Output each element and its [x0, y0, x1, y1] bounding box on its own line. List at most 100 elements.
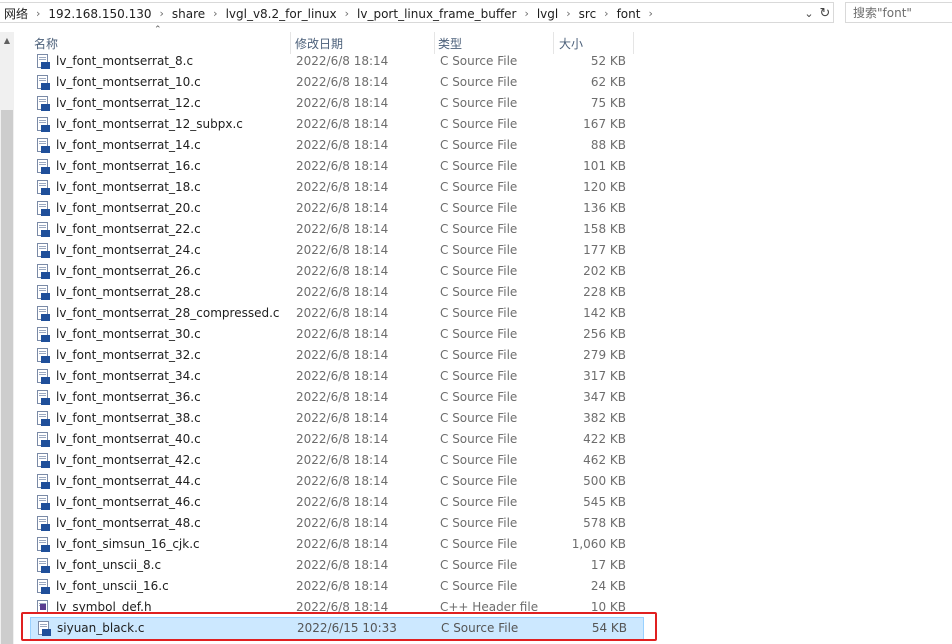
file-date: 2022/6/8 18:14: [296, 285, 389, 299]
file-type: C Source File: [440, 285, 518, 299]
chevron-down-icon[interactable]: ⌄: [802, 5, 816, 22]
file-row[interactable]: lv_font_montserrat_22.c 2022/6/8 18:14 C S…: [30, 219, 644, 240]
file-name: lv_font_montserrat_46.c: [56, 495, 201, 509]
c-source-file-icon: [37, 117, 50, 132]
breadcrumb-item[interactable]: 192.168.150.130: [46, 7, 153, 21]
file-size: 101 KB: [583, 159, 626, 173]
file-size: 177 KB: [583, 243, 626, 257]
file-row[interactable]: lv_font_unscii_16.c 2022/6/8 18:14 C Sourc…: [30, 576, 644, 597]
file-row[interactable]: lv_font_montserrat_30.c 2022/6/8 18:14 C S…: [30, 324, 644, 345]
breadcrumb[interactable]: 网络 › 192.168.150.130 › share › lvgl_v8.2_for_l…: [0, 2, 834, 23]
file-name: lv_font_montserrat_20.c: [56, 201, 201, 215]
file-row[interactable]: lv_font_montserrat_44.c 2022/6/8 18:14 C S…: [30, 471, 644, 492]
file-row[interactable]: lv_font_montserrat_14.c 2022/6/8 18:14 C S…: [30, 135, 644, 156]
search-box[interactable]: [845, 2, 952, 23]
column-header-date[interactable]: 修改日期: [295, 32, 435, 54]
file-date: 2022/6/8 18:14: [296, 432, 389, 446]
file-type: C Source File: [441, 621, 519, 635]
file-size: 88 KB: [590, 138, 626, 152]
chevron-right-icon[interactable]: ›: [642, 7, 658, 20]
file-row[interactable]: lv_font_montserrat_42.c 2022/6/8 18:14 C S…: [30, 450, 644, 471]
file-row[interactable]: lv_font_montserrat_12_subpx.c 2022/6/8 18…: [30, 114, 644, 135]
file-type: C Source File: [440, 369, 518, 383]
file-row[interactable]: lv_font_montserrat_34.c 2022/6/8 18:14 C S…: [30, 366, 644, 387]
breadcrumb-item[interactable]: lv_port_linux_frame_buffer: [355, 7, 518, 21]
breadcrumb-item[interactable]: src: [577, 7, 599, 21]
file-row[interactable]: siyuan_black.c 2022/6/15 10:33 C Source Fi…: [30, 617, 644, 640]
file-row[interactable]: lv_font_montserrat_24.c 2022/6/8 18:14 C S…: [30, 240, 644, 261]
breadcrumb-item[interactable]: lvgl: [535, 7, 560, 21]
file-row[interactable]: lv_font_montserrat_20.c 2022/6/8 18:14 C S…: [30, 198, 644, 219]
c-source-file-icon: [37, 285, 50, 300]
search-input[interactable]: [853, 4, 949, 21]
c-source-file-icon: [37, 453, 50, 468]
c-source-file-icon: [37, 348, 50, 363]
file-date: 2022/6/8 18:14: [296, 117, 389, 131]
refresh-icon[interactable]: ↻: [818, 5, 832, 22]
file-row[interactable]: lv_font_montserrat_36.c 2022/6/8 18:14 C S…: [30, 387, 644, 408]
breadcrumb-item[interactable]: 网络: [2, 5, 30, 22]
file-row[interactable]: lv_font_montserrat_12.c 2022/6/8 18:14 C S…: [30, 93, 644, 114]
breadcrumb-item[interactable]: font: [615, 7, 643, 21]
file-type: C Source File: [440, 159, 518, 173]
file-name: lv_font_montserrat_42.c: [56, 453, 201, 467]
file-date: 2022/6/8 18:14: [296, 453, 389, 467]
file-size: 142 KB: [583, 306, 626, 320]
file-name: siyuan_black.c: [57, 621, 145, 635]
c-source-file-icon: [37, 180, 50, 195]
file-row[interactable]: lv_font_montserrat_8.c 2022/6/8 18:14 C So…: [30, 52, 644, 72]
column-type-label: 类型: [438, 37, 463, 51]
file-row[interactable]: lv_font_montserrat_28_compressed.c 2022/6…: [30, 303, 644, 324]
file-type: C Source File: [440, 453, 518, 467]
file-row[interactable]: lv_font_montserrat_28.c 2022/6/8 18:14 C S…: [30, 282, 644, 303]
c-source-file-icon: [37, 390, 50, 405]
file-name: lv_font_montserrat_28.c: [56, 285, 201, 299]
file-row[interactable]: lv_font_unscii_8.c 2022/6/8 18:14 C Source…: [30, 555, 644, 576]
file-row[interactable]: lv_font_montserrat_48.c 2022/6/8 18:14 C S…: [30, 513, 644, 534]
file-size: 10 KB: [590, 600, 626, 614]
column-header-type[interactable]: 类型: [438, 32, 554, 54]
file-type: C Source File: [440, 201, 518, 215]
file-date: 2022/6/8 18:14: [296, 600, 389, 614]
file-size: 136 KB: [583, 201, 626, 215]
chevron-right-icon[interactable]: ›: [598, 7, 614, 20]
file-row[interactable]: lv_font_montserrat_26.c 2022/6/8 18:14 C S…: [30, 261, 644, 282]
file-row[interactable]: lv_font_montserrat_16.c 2022/6/8 18:14 C S…: [30, 156, 644, 177]
chevron-right-icon[interactable]: ›: [339, 7, 355, 20]
chevron-right-icon[interactable]: ›: [207, 7, 223, 20]
c-source-file-icon: [37, 96, 50, 111]
breadcrumb-item[interactable]: lvgl_v8.2_for_linux: [224, 7, 339, 21]
file-row[interactable]: lv_font_montserrat_10.c 2022/6/8 18:14 C S…: [30, 72, 644, 93]
c-source-file-icon: [37, 516, 50, 531]
breadcrumb-item[interactable]: share: [170, 7, 207, 21]
file-date: 2022/6/8 18:14: [296, 96, 389, 110]
file-row[interactable]: lv_font_montserrat_32.c 2022/6/8 18:14 C S…: [30, 345, 644, 366]
chevron-right-icon[interactable]: ›: [518, 7, 534, 20]
chevron-right-icon[interactable]: ›: [560, 7, 576, 20]
file-row[interactable]: lv_font_simsun_16_cjk.c 2022/6/8 18:14 C S…: [30, 534, 644, 555]
file-row[interactable]: lv_font_montserrat_46.c 2022/6/8 18:14 C S…: [30, 492, 644, 513]
file-type: C Source File: [440, 306, 518, 320]
file-size: 545 KB: [583, 495, 626, 509]
file-row[interactable]: lv_font_montserrat_40.c 2022/6/8 18:14 C S…: [30, 429, 644, 450]
c-source-file-icon: [37, 201, 50, 216]
file-size: 52 KB: [590, 54, 626, 68]
chevron-right-icon[interactable]: ›: [30, 7, 46, 20]
file-type: C Source File: [440, 54, 518, 68]
file-name: lv_font_montserrat_12_subpx.c: [56, 117, 243, 131]
chevron-right-icon[interactable]: ›: [153, 7, 169, 20]
scroll-up-arrow-icon[interactable]: ▲: [0, 32, 14, 49]
file-row[interactable]: lv_symbol_def.h 2022/6/8 18:14 C++ Header …: [30, 597, 644, 618]
file-type: C Source File: [440, 180, 518, 194]
column-header-name[interactable]: 名称: [34, 32, 291, 54]
column-header-size[interactable]: 大小: [559, 32, 634, 54]
scrollbar-thumb[interactable]: [1, 110, 13, 644]
file-name: lv_font_montserrat_32.c: [56, 348, 201, 362]
file-size: 382 KB: [583, 411, 626, 425]
c-source-file-icon: [37, 369, 50, 384]
file-size: 347 KB: [583, 390, 626, 404]
file-row[interactable]: lv_font_montserrat_38.c 2022/6/8 18:14 C S…: [30, 408, 644, 429]
vertical-scrollbar[interactable]: ▲: [0, 32, 14, 644]
file-row[interactable]: lv_font_montserrat_18.c 2022/6/8 18:14 C S…: [30, 177, 644, 198]
file-name: lv_font_montserrat_10.c: [56, 75, 201, 89]
